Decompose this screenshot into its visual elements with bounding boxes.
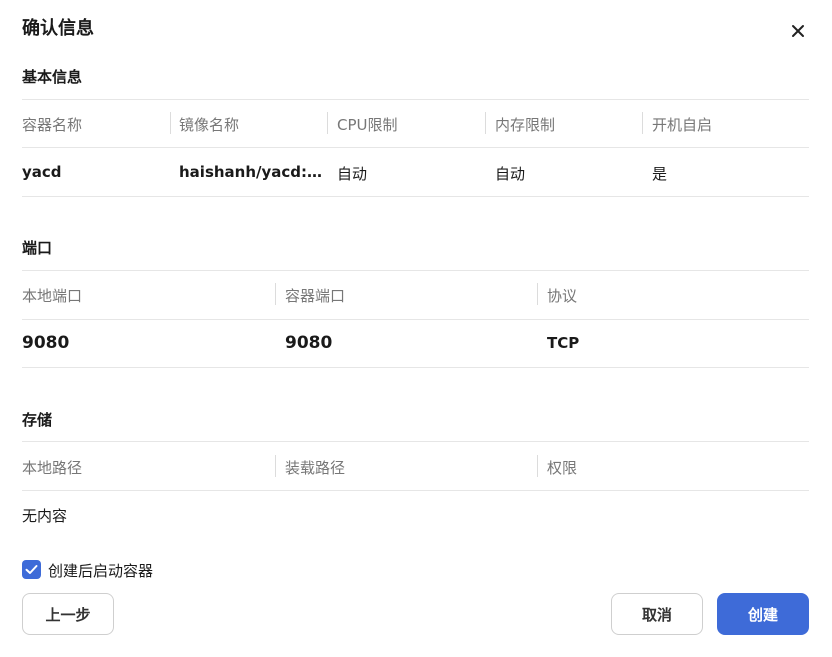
value-autostart: 是 [652, 165, 668, 183]
header-mount-path: 装载路径 [285, 459, 346, 477]
cancel-button[interactable]: 取消 [611, 593, 703, 635]
column-separator [537, 455, 538, 477]
close-icon[interactable] [788, 21, 808, 41]
check-icon [25, 565, 38, 574]
header-local-port: 本地端口 [22, 287, 83, 305]
header-permission: 权限 [547, 459, 578, 477]
header-container-name: 容器名称 [22, 116, 83, 134]
value-cpu-limit: 自动 [337, 165, 368, 183]
header-image-name: 镜像名称 [179, 116, 240, 134]
divider [22, 147, 809, 148]
port-container-value: 9080 [285, 333, 333, 353]
divider [22, 196, 809, 197]
start-after-create-label[interactable]: 创建后启动容器 [48, 560, 153, 581]
start-after-create-checkbox[interactable] [22, 560, 41, 579]
previous-step-button[interactable]: 上一步 [22, 593, 114, 635]
value-image-name: haishanh/yacd:la... [179, 163, 325, 181]
storage-empty-text: 无内容 [22, 507, 68, 525]
header-container-port: 容器端口 [285, 287, 346, 305]
column-separator [275, 455, 276, 477]
divider [22, 441, 809, 442]
dialog-title: 确认信息 [22, 18, 94, 39]
create-button[interactable]: 创建 [717, 593, 809, 635]
column-separator [170, 112, 171, 134]
column-separator [327, 112, 328, 134]
column-separator [275, 283, 276, 305]
divider [22, 490, 809, 491]
header-memory-limit: 内存限制 [495, 116, 556, 134]
divider [22, 319, 809, 320]
column-separator [642, 112, 643, 134]
storage-title: 存储 [22, 411, 53, 429]
basic-info-title: 基本信息 [22, 68, 83, 86]
value-container-name: yacd [22, 163, 62, 181]
divider [22, 367, 809, 368]
column-separator [485, 112, 486, 134]
header-autostart: 开机自启 [652, 116, 713, 134]
confirm-dialog: 确认信息 基本信息 容器名称 镜像名称 CPU限制 内存限制 开机自启 yacd… [0, 0, 832, 657]
port-protocol-value: TCP [547, 334, 580, 352]
port-local-value: 9080 [22, 333, 70, 353]
value-memory-limit: 自动 [495, 165, 526, 183]
header-local-path: 本地路径 [22, 459, 83, 477]
column-separator [537, 283, 538, 305]
ports-title: 端口 [22, 239, 53, 257]
divider [22, 99, 809, 100]
header-cpu-limit: CPU限制 [337, 116, 398, 134]
divider [22, 270, 809, 271]
header-protocol: 协议 [547, 287, 578, 305]
